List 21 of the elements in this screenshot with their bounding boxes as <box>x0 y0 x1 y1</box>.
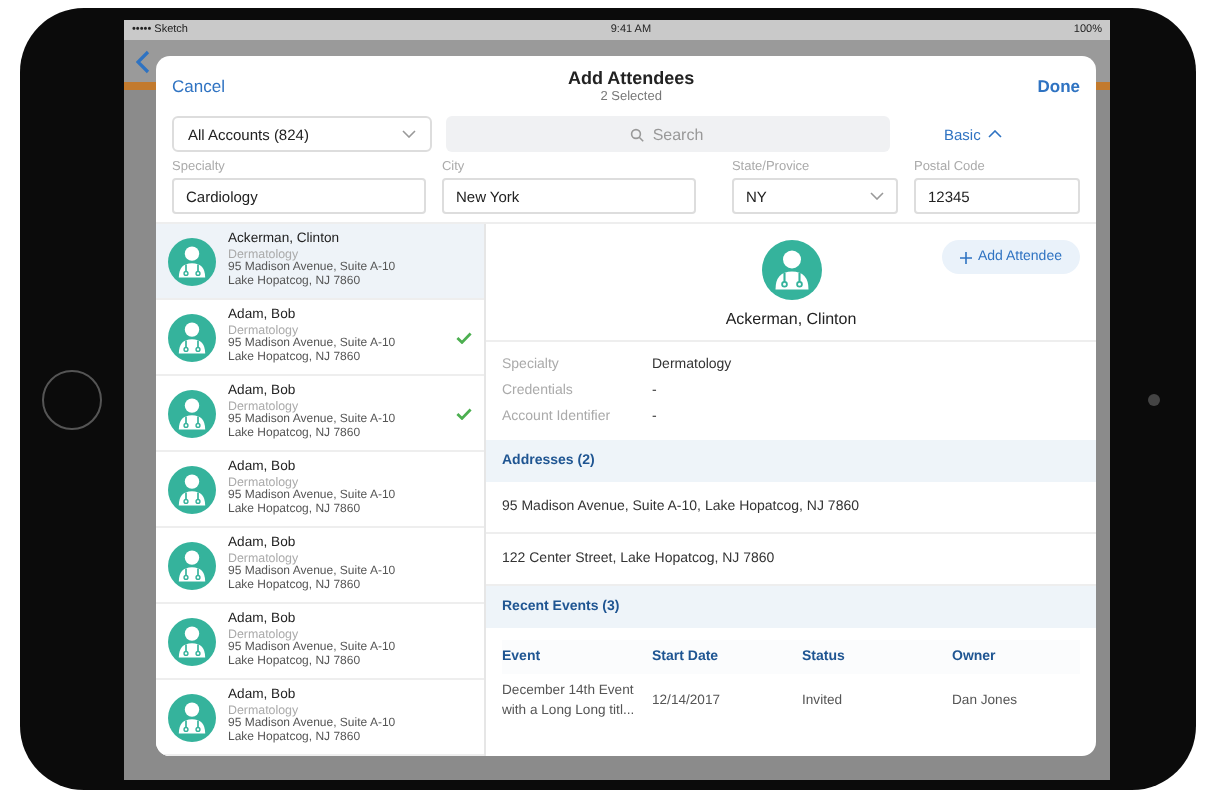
search-field[interactable]: Search <box>446 116 890 152</box>
doctor-avatar-icon <box>168 541 216 589</box>
doctor-avatar-icon <box>168 237 216 285</box>
doctor-avatar-icon <box>168 465 216 513</box>
camera-icon <box>1147 393 1159 405</box>
chevron-down-icon <box>869 192 884 200</box>
dialog-title: Add Attendees <box>568 68 695 88</box>
search-icon <box>630 127 644 141</box>
doctor-avatar-icon <box>168 617 216 665</box>
doctor-avatar-icon <box>168 313 216 361</box>
chevron-down-icon <box>402 130 416 138</box>
home-button[interactable] <box>42 369 102 429</box>
doctor-avatar-icon <box>168 389 216 437</box>
done-button[interactable]: Done <box>1037 76 1080 96</box>
doctor-avatar-icon <box>168 693 216 741</box>
chevron-up-icon <box>988 130 1003 138</box>
contact-name: Ackerman, Clinton <box>725 310 857 328</box>
cancel-button[interactable]: Cancel <box>172 76 225 96</box>
plus-icon <box>959 251 972 263</box>
doctor-avatar-icon <box>761 240 821 300</box>
back-chevron-icon[interactable] <box>136 49 150 73</box>
